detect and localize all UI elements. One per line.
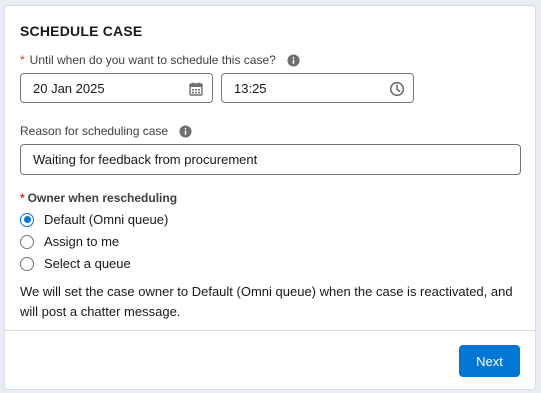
reason-label: Reason for scheduling case [20, 124, 169, 138]
calendar-icon[interactable] [188, 81, 204, 97]
schedule-until-label-row: * Until when do you want to schedule thi… [20, 53, 300, 67]
schedule-until-label: Until when do you want to schedule this … [29, 53, 276, 67]
time-input[interactable]: 13:25 [221, 73, 414, 103]
modal-title: SCHEDULE CASE [20, 23, 143, 39]
owner-label: Owner when rescheduling [27, 191, 178, 205]
reason-input[interactable]: Waiting for feedback from procurement [20, 144, 521, 175]
owner-option-assign-to-me[interactable]: Assign to me [20, 234, 119, 249]
owner-option-label: Default (Omni queue) [44, 212, 169, 227]
radio-selected[interactable] [20, 212, 34, 227]
info-icon[interactable] [287, 53, 300, 67]
owner-option-select-queue[interactable]: Select a queue [20, 256, 131, 271]
reason-label-row: Reason for scheduling case [20, 124, 192, 138]
owner-option-default[interactable]: Default (Omni queue) [20, 212, 168, 227]
date-input[interactable]: 20 Jan 2025 [20, 73, 213, 103]
schedule-case-modal: SCHEDULE CASE * Until when do you want t… [4, 5, 536, 390]
owner-note: We will set the case owner to Default (O… [20, 284, 513, 319]
radio-unselected[interactable] [20, 256, 34, 271]
time-value: 13:25 [234, 80, 267, 96]
owner-option-label: Select a queue [44, 256, 131, 271]
required-mark: * [20, 191, 25, 205]
owner-option-label: Assign to me [44, 234, 120, 249]
info-icon[interactable] [179, 124, 192, 138]
footer-divider [5, 330, 535, 331]
required-mark: * [20, 53, 25, 67]
radio-unselected[interactable] [20, 234, 34, 249]
next-button[interactable]: Next [459, 345, 520, 377]
clock-icon[interactable] [389, 81, 405, 97]
date-value: 20 Jan 2025 [33, 80, 105, 96]
owner-label-row: * Owner when rescheduling [20, 191, 177, 205]
reason-value: Waiting for feedback from procurement [33, 152, 258, 167]
